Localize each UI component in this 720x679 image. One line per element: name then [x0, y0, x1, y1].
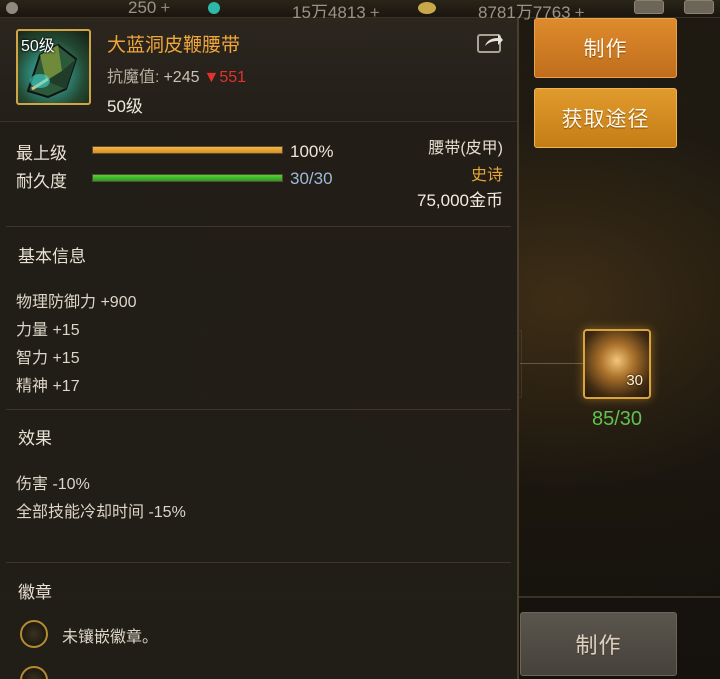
resource-bar: 250 + 15万4813 + 8781万7763 +	[0, 0, 720, 22]
upgrade-label: 最上级	[16, 144, 67, 163]
item-type: 腰带(皮甲)	[428, 140, 503, 157]
recipe-connector-line	[520, 363, 583, 364]
effect-line: 伤害 -10%	[16, 476, 90, 493]
durability-bar	[92, 174, 283, 182]
durability-label: 耐久度	[16, 172, 67, 191]
material-count: 85/30	[591, 408, 643, 430]
durability-bar-fill	[93, 175, 282, 181]
item-rarity: 史诗	[470, 167, 503, 184]
belt-icon: 50级	[16, 29, 91, 105]
make-button[interactable]: 制作	[534, 18, 677, 78]
material-slot-quantity: 30	[626, 372, 643, 389]
upgrade-bar	[92, 146, 283, 154]
emblem-slot-text: 未镶嵌徽章。	[62, 629, 159, 646]
gold-icon	[418, 2, 436, 14]
item-name: 大蓝洞皮鞭腰带	[107, 35, 241, 56]
divider	[6, 409, 511, 410]
emblem-title: 徽章	[18, 583, 52, 602]
coin-icon	[6, 2, 18, 14]
durability-value: 30/30	[290, 169, 333, 188]
emblem-slot-icon	[20, 666, 48, 679]
obtain-source-button[interactable]: 获取途径	[534, 88, 677, 148]
attr-line: 精神 +17	[16, 378, 80, 395]
divider	[6, 562, 511, 563]
stat-diff: ▼551	[203, 69, 247, 86]
item-stat: 抗魔值: +245 ▼551	[107, 63, 246, 87]
menu-icon[interactable]	[634, 0, 664, 14]
attr-line: 物理防御力 +900	[16, 294, 137, 311]
attr-line: 力量 +15	[16, 322, 80, 339]
gem-icon	[208, 2, 220, 14]
item-level: 50级	[107, 97, 143, 116]
material-slot[interactable]: 30	[583, 329, 651, 399]
upgrade-bar-fill	[93, 147, 282, 153]
stat-value: +245	[163, 69, 200, 86]
mail-icon[interactable]	[684, 0, 714, 14]
item-price: 75,000金币	[417, 191, 503, 210]
stat-label: 抗魔值:	[107, 69, 160, 86]
effects-title: 效果	[18, 429, 52, 448]
tooltip-header: 50级 大蓝洞皮鞭腰带 抗魔值: +245 ▼551 50级	[0, 18, 517, 122]
make-button-bottom[interactable]: 制作	[520, 612, 677, 676]
divider	[6, 226, 511, 227]
basic-info-title: 基本信息	[18, 247, 86, 266]
item-tooltip: 50级 大蓝洞皮鞭腰带 抗魔值: +245 ▼551 50级 最上级 100% 耐久…	[0, 18, 519, 679]
upgrade-value: 100%	[290, 142, 334, 161]
attr-line: 智力 +15	[16, 350, 80, 367]
emblem-slot-icon	[20, 620, 48, 648]
effect-line: 全部技能冷却时间 -15%	[16, 504, 186, 521]
item-level-badge: 50级	[21, 38, 55, 55]
share-icon[interactable]	[477, 31, 504, 53]
resource-1: 250 +	[128, 0, 171, 17]
